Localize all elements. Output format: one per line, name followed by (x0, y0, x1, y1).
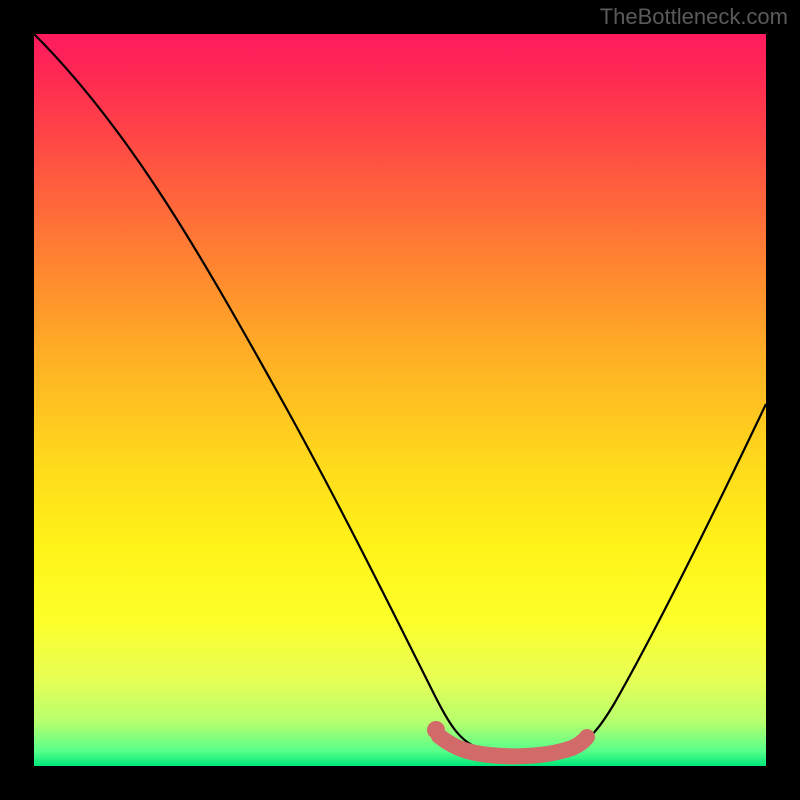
chart-svg (34, 34, 766, 766)
bottleneck-curve (34, 34, 766, 754)
sweet-spot-start-dot (427, 721, 445, 739)
watermark-text: TheBottleneck.com (600, 4, 788, 30)
sweet-spot-band (439, 736, 587, 756)
chart-plot-area (34, 34, 766, 766)
